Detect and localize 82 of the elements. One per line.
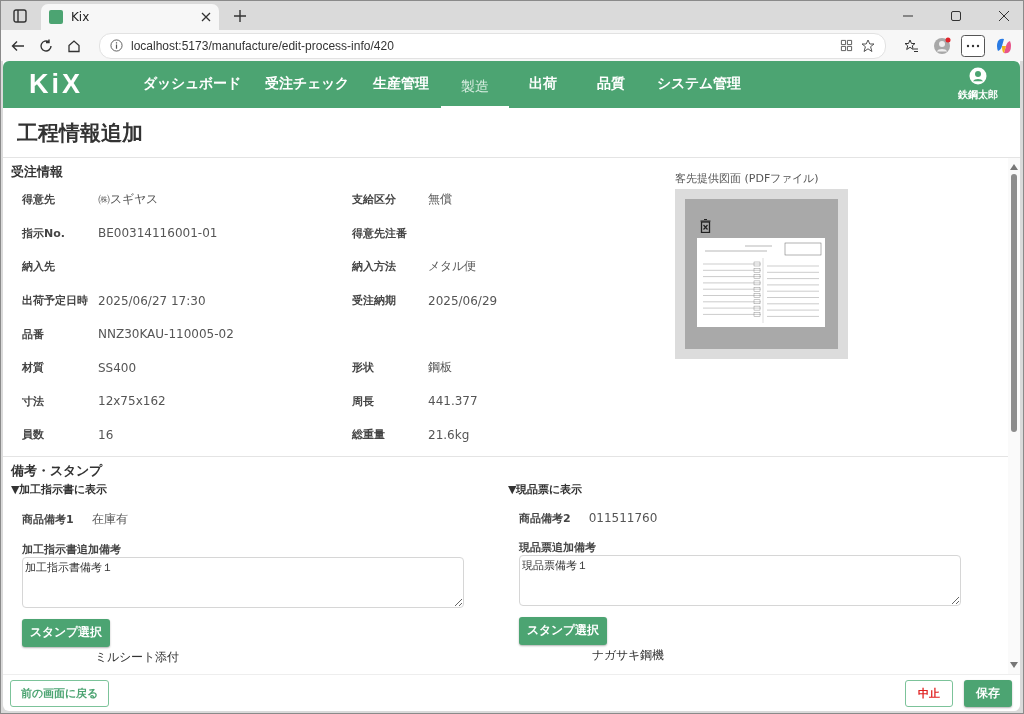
field-label: 商品備考1 bbox=[22, 511, 74, 527]
field-value: NNZ30KAU-110005-02 bbox=[98, 327, 234, 342]
field-value: 在庫有 bbox=[91, 510, 128, 528]
stamp-select-button[interactable]: スタンプ選択 bbox=[22, 618, 110, 647]
field-label: 材質 bbox=[22, 360, 45, 376]
section-heading: 受注情報 bbox=[11, 164, 64, 181]
field-value: 441.377 bbox=[428, 394, 478, 409]
field-label: 支給区分 bbox=[352, 192, 397, 208]
field-label: 周長 bbox=[352, 393, 375, 409]
profile-icon[interactable] bbox=[933, 36, 951, 55]
field-value: 16 bbox=[98, 427, 114, 442]
drawing-label: 客先提供図面 (PDFファイル) bbox=[675, 171, 820, 186]
subsection-title: ▼現品票に表示 bbox=[508, 481, 584, 497]
user-name[interactable]: 鉄鋼太郎 bbox=[958, 88, 998, 102]
field-value: 2025/06/29 bbox=[428, 293, 498, 308]
field-label: 品番 bbox=[22, 326, 45, 342]
logo[interactable]: KiX bbox=[29, 69, 131, 100]
copilot-icon[interactable] bbox=[995, 36, 1013, 55]
info-icon bbox=[110, 39, 123, 52]
field-label: 商品備考2 bbox=[519, 510, 571, 526]
nav-tab[interactable]: 生産管理 bbox=[361, 61, 441, 108]
nav-tab[interactable]: システム管理 bbox=[645, 61, 753, 108]
field-label: 指示No. bbox=[22, 225, 66, 241]
star-icon[interactable] bbox=[861, 38, 875, 53]
scrollbar[interactable] bbox=[1008, 158, 1020, 674]
field-label: 形状 bbox=[352, 360, 375, 376]
favicon-icon bbox=[49, 10, 63, 24]
more-icon[interactable] bbox=[961, 34, 985, 57]
favorites-icon[interactable] bbox=[904, 38, 919, 53]
cancel-button[interactable]: 中止 bbox=[905, 679, 953, 707]
address-field[interactable]: localhost:5173/manufacture/edit-process-info/420 bbox=[99, 32, 886, 59]
close-icon[interactable] bbox=[201, 12, 211, 22]
browser-tab[interactable]: Kix bbox=[41, 4, 219, 30]
nav-tab[interactable]: 出荷 bbox=[509, 61, 577, 108]
field-label: 総重量 bbox=[352, 427, 386, 443]
back-icon[interactable] bbox=[11, 38, 25, 53]
section-heading: 備考・スタンプ bbox=[11, 462, 104, 480]
field-value: 21.6kg bbox=[428, 427, 470, 442]
field-label: 出荷予定日時 bbox=[22, 293, 89, 309]
trash-icon[interactable] bbox=[700, 219, 711, 233]
field-label: 納入方法 bbox=[352, 259, 397, 275]
field-label: 得意先 bbox=[22, 192, 56, 208]
field-label: 寸法 bbox=[22, 393, 45, 409]
back-button[interactable]: 前の画面に戻る bbox=[10, 679, 109, 707]
nav-tab[interactable]: 品質 bbox=[577, 61, 645, 108]
field-value: メタル便 bbox=[428, 258, 476, 276]
page-title: 工程情報追加 bbox=[3, 108, 1020, 158]
apps-icon[interactable] bbox=[840, 39, 853, 52]
field-value: BE00314116001-01 bbox=[98, 226, 218, 241]
remarks-textarea[interactable]: 加工指示書備考１ bbox=[22, 556, 464, 608]
field-label: 現品票追加備考 bbox=[519, 539, 597, 555]
field-label: 得意先注番 bbox=[352, 225, 408, 241]
field-label: 納入先 bbox=[22, 259, 56, 275]
field-value: 011511760 bbox=[588, 511, 658, 526]
field-value: 鋼板 bbox=[428, 359, 452, 377]
user-icon[interactable] bbox=[969, 67, 987, 85]
reload-icon[interactable] bbox=[39, 38, 53, 53]
field-value: 12x75x162 bbox=[98, 394, 166, 409]
maximize-icon[interactable] bbox=[950, 9, 962, 22]
nav-tab[interactable]: 受注チェック bbox=[253, 61, 361, 108]
scroll-up-icon[interactable] bbox=[1010, 164, 1018, 170]
scrollbar-thumb[interactable] bbox=[1011, 174, 1017, 432]
new-tab-icon[interactable] bbox=[233, 8, 247, 23]
field-label: 員数 bbox=[22, 427, 45, 443]
stamp-label: ナガサキ鋼機 bbox=[592, 647, 665, 663]
field-label: 加工指示書追加備考 bbox=[22, 541, 122, 557]
stamp-label: ミルシート添付 bbox=[95, 649, 180, 665]
field-value: ㈱スギヤス bbox=[98, 191, 158, 209]
scroll-down-icon[interactable] bbox=[1010, 662, 1018, 668]
close-icon[interactable] bbox=[998, 9, 1010, 22]
home-icon[interactable] bbox=[67, 38, 81, 53]
stamp-select-button[interactable]: スタンプ選択 bbox=[519, 616, 607, 645]
subsection-title: ▼加工指示書に表示 bbox=[11, 481, 109, 497]
sidebar-icon[interactable] bbox=[13, 8, 27, 23]
field-value: 無償 bbox=[428, 191, 452, 209]
remarks-textarea[interactable]: 現品票備考１ bbox=[519, 554, 961, 606]
field-label: 受注納期 bbox=[352, 293, 397, 309]
nav-tab[interactable]: 製造 bbox=[441, 68, 509, 108]
field-value: SS400 bbox=[98, 360, 137, 375]
save-button[interactable]: 保存 bbox=[964, 679, 1012, 707]
field-value: 2025/06/27 17:30 bbox=[98, 293, 206, 308]
nav-tab[interactable]: ダッシュボード bbox=[131, 61, 253, 108]
